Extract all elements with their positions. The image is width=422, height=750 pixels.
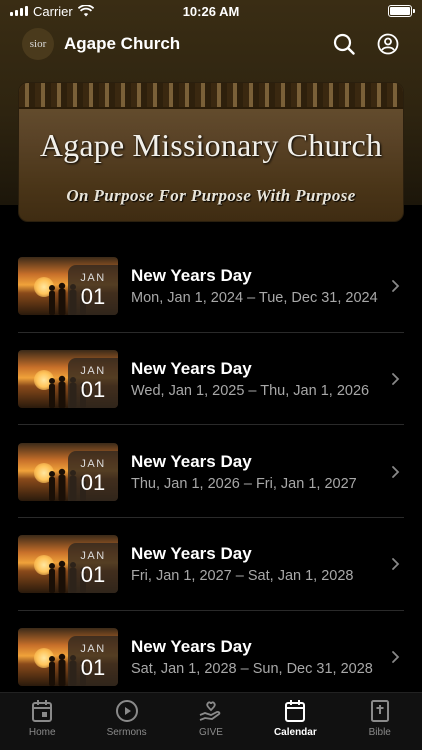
event-dates: Sat, Jan 1, 2028 – Sun, Dec 31, 2028 xyxy=(131,661,373,678)
nav-icons xyxy=(332,32,400,56)
chevron-right-icon xyxy=(392,465,400,478)
event-row[interactable]: JAN 01 New Years Day Wed, Jan 1, 2025 – … xyxy=(0,333,422,426)
event-month: JAN xyxy=(80,365,106,378)
tab-bar: Home Sermons GIVE Calendar Bible xyxy=(0,692,422,750)
banner-ornament xyxy=(19,83,403,109)
profile-icon[interactable] xyxy=(376,32,400,56)
event-date-badge: JAN 01 xyxy=(68,265,118,316)
banner-title: Agape Missionary Church xyxy=(39,127,383,163)
church-avatar[interactable]: sior xyxy=(22,28,54,60)
event-day: 01 xyxy=(80,655,106,681)
event-row[interactable]: JAN 01 New Years Day Fri, Jan 1, 2027 – … xyxy=(0,518,422,611)
event-title: New Years Day xyxy=(131,637,252,657)
event-dates: Mon, Jan 1, 2024 – Tue, Dec 31, 2024 xyxy=(131,290,378,307)
event-title: New Years Day xyxy=(131,451,252,471)
search-icon[interactable] xyxy=(332,32,356,56)
event-month: JAN xyxy=(80,457,106,470)
app-title: Agape Church xyxy=(64,34,181,53)
calendar-icon xyxy=(282,698,308,724)
event-row[interactable]: JAN 01 New Years Day Sat, Jan 1, 2028 – … xyxy=(0,611,422,704)
event-thumbnail: JAN 01 xyxy=(18,257,118,316)
tab-calendar[interactable]: Calendar xyxy=(255,698,335,738)
event-title: New Years Day xyxy=(131,544,252,564)
event-row[interactable]: JAN 01 New Years Day Mon, Jan 1, 2024 – … xyxy=(0,240,422,333)
event-date-badge: JAN 01 xyxy=(68,636,118,687)
chevron-right-icon xyxy=(392,651,400,663)
church-banner[interactable]: Agape Missionary Church On Purpose For P… xyxy=(18,82,404,222)
event-month: JAN xyxy=(80,550,106,563)
event-day: 01 xyxy=(80,469,106,495)
event-thumbnail: JAN 01 xyxy=(18,350,118,409)
tab-give[interactable]: GIVE xyxy=(171,698,251,738)
event-dates: Fri, Jan 1, 2027 – Sat, Jan 1, 2028 xyxy=(131,568,354,585)
event-dates: Wed, Jan 1, 2025 – Thu, Jan 1, 2026 xyxy=(131,383,370,400)
event-month: JAN xyxy=(80,643,106,656)
tab-bible[interactable]: Bible xyxy=(340,698,420,738)
event-date-badge: JAN 01 xyxy=(68,358,118,409)
event-month: JAN xyxy=(80,272,106,285)
nav-header: sior Agape Church xyxy=(0,26,422,62)
status-bar: Carrier 10:26 AM xyxy=(0,0,422,22)
event-day: 01 xyxy=(80,284,106,310)
event-text: New Years Day Thu, Jan 1, 2026 – Fri, Ja… xyxy=(131,452,422,492)
screen: Carrier 10:26 AM sior Agape Church Agape… xyxy=(0,0,422,750)
event-day: 01 xyxy=(80,377,106,403)
give-icon xyxy=(198,698,224,724)
event-title: New Years Day xyxy=(131,266,252,286)
tab-bible-label: Bible xyxy=(368,727,391,738)
status-time: 10:26 AM xyxy=(182,3,240,19)
home-icon xyxy=(29,698,55,724)
event-text: New Years Day Sat, Jan 1, 2028 – Sun, De… xyxy=(131,637,422,677)
tab-calendar-label: Calendar xyxy=(273,727,317,738)
chevron-right-icon xyxy=(392,280,400,293)
event-date-badge: JAN 01 xyxy=(68,543,118,594)
event-text: New Years Day Mon, Jan 1, 2024 – Tue, De… xyxy=(131,266,422,306)
tab-sermons-label: Sermons xyxy=(106,727,147,738)
event-thumbnail: JAN 01 xyxy=(18,535,118,594)
battery-icon xyxy=(388,5,415,17)
event-text: New Years Day Wed, Jan 1, 2025 – Thu, Ja… xyxy=(131,359,422,399)
event-row[interactable]: JAN 01 New Years Day Thu, Jan 1, 2026 – … xyxy=(0,425,422,518)
event-dates: Thu, Jan 1, 2026 – Fri, Jan 1, 2027 xyxy=(131,475,357,492)
play-icon xyxy=(114,698,140,724)
event-title: New Years Day xyxy=(131,359,252,379)
event-day: 01 xyxy=(80,562,106,588)
tab-sermons[interactable]: Sermons xyxy=(87,698,167,738)
tab-give-label: GIVE xyxy=(199,727,223,738)
event-text: New Years Day Fri, Jan 1, 2027 – Sat, Ja… xyxy=(131,544,422,584)
tab-home-label: Home xyxy=(28,727,56,738)
event-thumbnail: JAN 01 xyxy=(18,442,118,501)
event-list: JAN 01 New Years Day Mon, Jan 1, 2024 – … xyxy=(0,240,422,704)
chevron-right-icon xyxy=(392,373,400,385)
tab-home[interactable]: Home xyxy=(2,698,82,738)
bible-icon xyxy=(367,698,393,724)
chevron-right-icon xyxy=(392,558,400,571)
event-date-badge: JAN 01 xyxy=(68,450,118,501)
event-thumbnail: JAN 01 xyxy=(18,628,118,687)
banner-subtitle: On Purpose For Purpose With Purpose xyxy=(66,186,356,205)
